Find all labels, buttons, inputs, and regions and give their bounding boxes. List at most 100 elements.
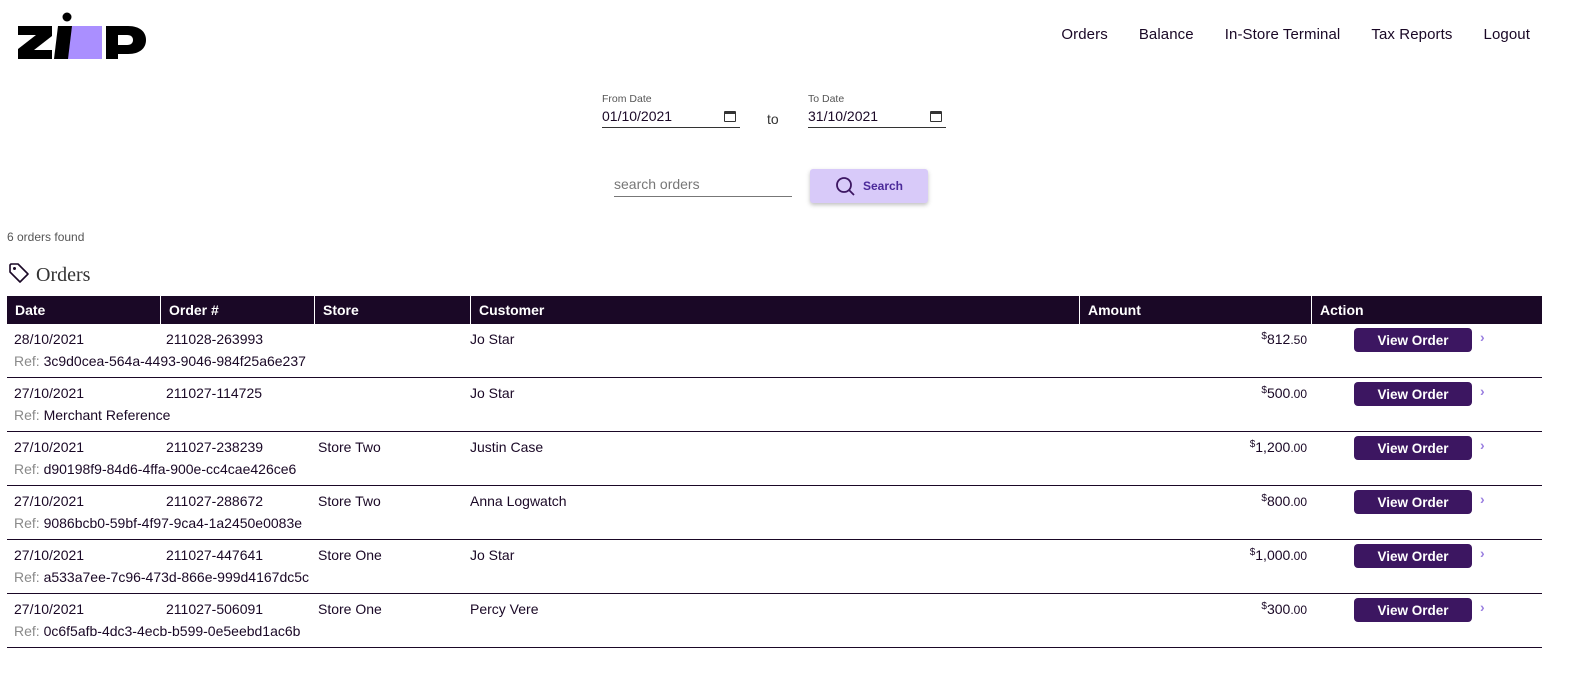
results-count: 6 orders found [7,230,85,244]
order-ref: Ref: d90198f9-84d6-4ffa-900e-cc4cae426ce… [14,461,296,477]
calendar-icon[interactable] [724,110,736,122]
amount-main: 812 [1266,331,1291,347]
chevron-right-icon[interactable]: › [1480,329,1485,345]
order-store: Store Two [318,439,381,455]
orders-title: Orders [36,264,91,286]
order-date: 27/10/2021 [14,439,85,455]
nav-in-store-terminal[interactable]: In-Store Terminal [1225,26,1341,43]
order-customer: Jo Star [470,547,515,563]
order-amount: $1,200.00 [1250,439,1307,455]
amount-main: 300 [1266,601,1291,617]
from-date-label: From Date [602,93,652,105]
order-ref: Ref: 9086bcb0-59bf-4f97-9ca4-1a2450e0083… [14,515,302,531]
amount-main: 800 [1266,493,1291,509]
order-ref: Ref: 0c6f5afb-4dc3-4ecb-b599-0e5eebd1ac6… [14,623,300,639]
view-order-button[interactable]: View Order [1354,598,1472,622]
nav-orders[interactable]: Orders [1061,26,1107,43]
order-date: 27/10/2021 [14,385,85,401]
orders-table: Date Order # Store Customer Amount Actio… [7,296,1542,648]
order-customer: Anna Logwatch [470,493,567,509]
ref-value: Merchant Reference [43,407,171,423]
amount-main: 500 [1266,385,1291,401]
order-number: 211028-263993 [166,331,264,347]
ref-label: Ref: [14,569,40,585]
nav-tax-reports[interactable]: Tax Reports [1371,26,1452,43]
order-ref: Ref: Merchant Reference [14,407,170,423]
ref-label: Ref: [14,353,40,369]
from-date-field[interactable]: From Date 01/10/2021 [602,93,740,128]
header-store[interactable]: Store [315,296,471,324]
ref-label: Ref: [14,461,40,477]
order-store: Store One [318,601,382,617]
table-row[interactable]: 27/10/2021 211027-506091 Store One Percy… [7,594,1542,648]
amount-main: 1,000 [1255,547,1291,563]
view-order-button[interactable]: View Order [1354,436,1472,460]
chevron-right-icon[interactable]: › [1480,545,1485,561]
ref-value: 9086bcb0-59bf-4f97-9ca4-1a2450e0083e [43,515,303,531]
order-number: 211027-447641 [166,547,264,563]
header-customer[interactable]: Customer [471,296,1080,324]
order-number: 211027-506091 [166,601,264,617]
order-amount: $812.50 [1261,331,1307,347]
nav-balance[interactable]: Balance [1139,26,1194,43]
ref-value: d90198f9-84d6-4ffa-900e-cc4cae426ce6 [43,461,297,477]
nav-logout[interactable]: Logout [1484,26,1530,43]
ref-label: Ref: [14,407,40,423]
amount-cents: .00 [1290,549,1307,563]
header-order[interactable]: Order # [161,296,315,324]
calendar-icon[interactable] [930,110,942,122]
order-customer: Percy Vere [470,601,539,617]
order-amount: $300.00 [1261,601,1307,617]
search-orders-input[interactable] [614,171,792,197]
order-customer: Jo Star [470,385,515,401]
order-amount: $1,000.00 [1250,547,1307,563]
to-date-label: To Date [808,93,845,105]
orders-heading: Orders [8,262,90,289]
order-date: 27/10/2021 [14,601,85,617]
zip-logo[interactable] [16,12,148,62]
order-ref: Ref: 3c9d0cea-564a-4493-9046-984f25a6e23… [14,353,306,369]
order-date: 28/10/2021 [14,331,85,347]
order-store: Store One [318,547,382,563]
search-button[interactable]: Search [810,169,928,203]
tag-icon [8,262,30,289]
order-number: 211027-238239 [166,439,264,455]
header-action: Action [1312,296,1542,324]
order-date: 27/10/2021 [14,493,85,509]
view-order-button[interactable]: View Order [1354,382,1472,406]
header-amount[interactable]: Amount [1080,296,1312,324]
amount-cents: .00 [1290,603,1307,617]
amount-cents: .00 [1290,495,1307,509]
order-number: 211027-288672 [166,493,264,509]
to-date-field[interactable]: To Date 31/10/2021 [808,93,946,128]
ref-value: 0c6f5afb-4dc3-4ecb-b599-0e5eebd1ac6b [43,623,301,639]
search-button-label: Search [862,179,904,193]
to-date-value[interactable]: 31/10/2021 [808,108,878,124]
amount-cents: .00 [1290,387,1307,401]
header-date[interactable]: Date [7,296,161,324]
chevron-right-icon[interactable]: › [1480,491,1485,507]
ref-label: Ref: [14,515,40,531]
table-header: Date Order # Store Customer Amount Actio… [7,296,1542,324]
order-number: 211027-114725 [166,385,263,401]
date-range-separator: to [767,111,779,127]
chevron-right-icon[interactable]: › [1480,383,1485,399]
top-nav: Orders Balance In-Store Terminal Tax Rep… [1030,26,1530,43]
view-order-button[interactable]: View Order [1354,490,1472,514]
chevron-right-icon[interactable]: › [1480,599,1485,615]
amount-cents: .00 [1290,441,1307,455]
order-customer: Justin Case [470,439,544,455]
amount-cents: .50 [1290,333,1307,347]
view-order-button[interactable]: View Order [1354,544,1472,568]
chevron-right-icon[interactable]: › [1480,437,1485,453]
amount-main: 1,200 [1255,439,1291,455]
view-order-button[interactable]: View Order [1354,328,1472,352]
table-row[interactable]: 27/10/2021 211027-447641 Store One Jo St… [7,540,1542,594]
ref-label: Ref: [14,623,40,639]
table-row[interactable]: 27/10/2021 211027-114725 Jo Star $500.00… [7,378,1542,432]
table-row[interactable]: 27/10/2021 211027-238239 Store Two Justi… [7,432,1542,486]
order-amount: $500.00 [1261,385,1307,401]
table-row[interactable]: 28/10/2021 211028-263993 Jo Star $812.50… [7,324,1542,378]
from-date-value[interactable]: 01/10/2021 [602,108,672,124]
table-row[interactable]: 27/10/2021 211027-288672 Store Two Anna … [7,486,1542,540]
